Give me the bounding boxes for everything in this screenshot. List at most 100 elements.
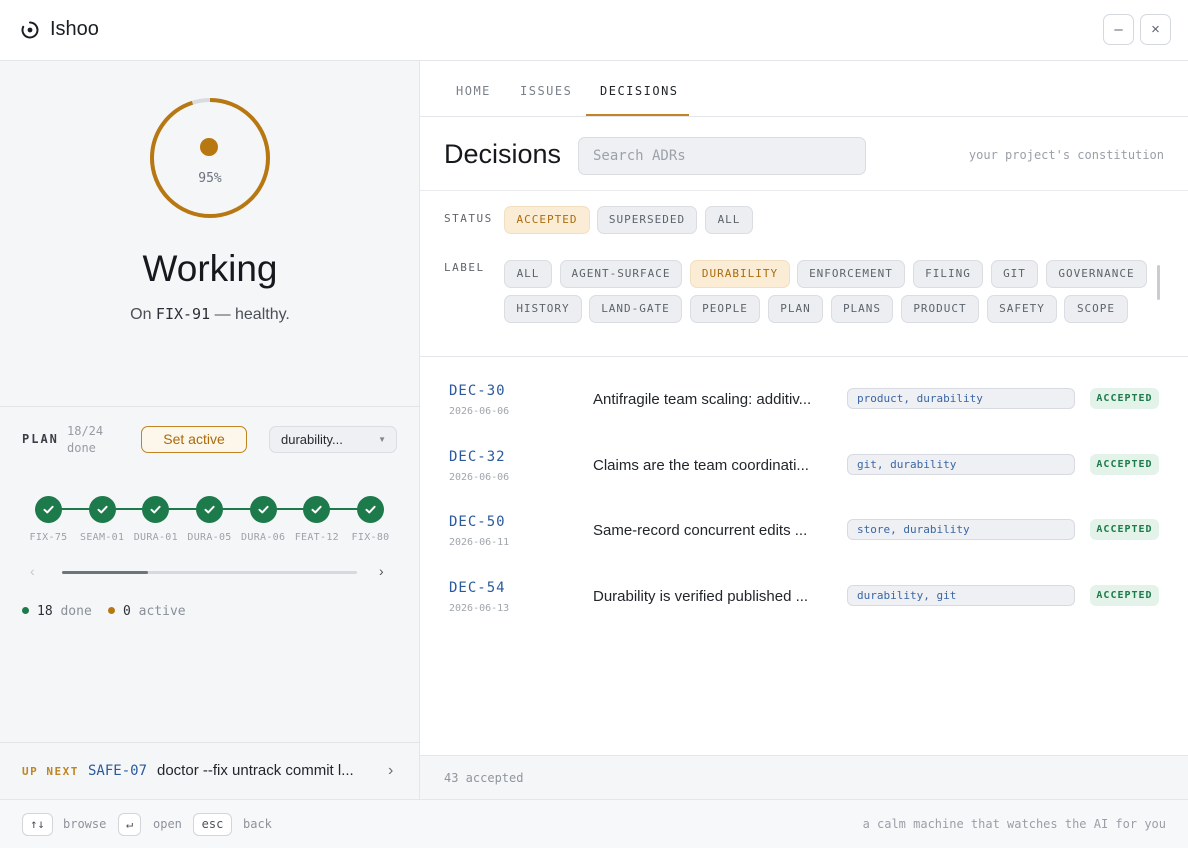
decision-row[interactable]: DEC-50 2026-06-11 Same-record concurrent… xyxy=(420,514,1188,580)
done-count: 18 xyxy=(37,604,53,619)
done-dot-icon xyxy=(22,607,29,614)
plan-step-node[interactable] xyxy=(303,496,331,523)
chevron-right-icon[interactable]: › xyxy=(388,762,393,780)
label-chip[interactable]: SCOPE xyxy=(1064,295,1128,323)
decision-row[interactable]: DEC-30 2026-06-06 Antifragile team scali… xyxy=(420,383,1188,449)
label-chip[interactable]: FILING xyxy=(913,260,983,288)
set-active-button[interactable]: Set active xyxy=(141,426,247,453)
plan-count: 18/24 done xyxy=(67,423,103,457)
divider xyxy=(0,406,420,407)
key-label: open xyxy=(153,817,182,831)
status-chip-superseded[interactable]: SUPERSEDED xyxy=(597,206,697,234)
check-icon xyxy=(97,505,108,514)
plan-step-node[interactable] xyxy=(249,496,277,523)
status-chip-all[interactable]: ALL xyxy=(705,206,753,234)
plan-step-node[interactable] xyxy=(357,496,385,523)
label-chip[interactable]: PLANS xyxy=(831,295,893,323)
label-chip[interactable]: PRODUCT xyxy=(901,295,979,323)
active-label: active xyxy=(138,604,186,619)
plan-select[interactable]: durability... ▼ xyxy=(269,426,397,453)
scroll-right-button[interactable]: › xyxy=(379,563,384,579)
label-filter-label: LABEL xyxy=(444,261,485,274)
decision-row[interactable]: DEC-32 2026-06-06 Claims are the team co… xyxy=(420,449,1188,515)
up-next-text[interactable]: doctor --fix untrack commit l... xyxy=(157,762,371,779)
label-chip[interactable]: HISTORY xyxy=(504,295,582,323)
decision-id[interactable]: DEC-54 xyxy=(449,580,506,596)
label-chip[interactable]: SAFETY xyxy=(987,295,1057,323)
plan-step-node[interactable] xyxy=(88,496,116,523)
decision-date: 2026-06-13 xyxy=(449,603,510,614)
app-tagline: a calm machine that watches the AI for y… xyxy=(862,817,1166,831)
label-chip[interactable]: LAND-GATE xyxy=(589,295,682,323)
up-next-bar[interactable]: UP NEXT SAFE-07 doctor --fix untrack com… xyxy=(0,742,420,799)
legend-active: 0 active xyxy=(108,604,186,619)
active-dot-icon xyxy=(108,607,115,614)
decision-labels: git, durability xyxy=(847,454,1075,475)
search-input[interactable]: Search ADRs xyxy=(578,137,866,175)
tab-issues[interactable]: ISSUES xyxy=(520,84,572,98)
progress-ring xyxy=(150,98,270,218)
decision-labels: store, durability xyxy=(847,519,1075,540)
label-chips-scrollbar[interactable] xyxy=(1157,265,1160,300)
plan-step-label: FEAT-12 xyxy=(294,532,339,543)
status-badge: ACCEPTED xyxy=(1090,454,1159,475)
decision-date: 2026-06-06 xyxy=(449,406,510,417)
page-tagline: your project's constitution xyxy=(968,148,1164,162)
scroll-left-button[interactable]: ‹ xyxy=(30,563,35,579)
tab-decisions[interactable]: DECISIONS xyxy=(600,84,679,98)
label-chip[interactable]: ENFORCEMENT xyxy=(797,260,905,288)
up-next-label: UP NEXT xyxy=(22,765,79,778)
page-title: Decisions xyxy=(444,139,562,169)
decisions-footer: 43 accepted xyxy=(420,755,1188,799)
divider xyxy=(420,356,1188,357)
status-filter-label: STATUS xyxy=(444,212,493,225)
label-chip[interactable]: PLAN xyxy=(768,295,823,323)
decision-row[interactable]: DEC-54 2026-06-13 Durability is verified… xyxy=(420,580,1188,646)
decision-title[interactable]: Antifragile team scaling: additiv... xyxy=(593,391,833,408)
label-chip[interactable]: DURABILITY xyxy=(690,260,790,288)
plan-label: PLAN xyxy=(22,432,59,446)
plan-select-value: durability... xyxy=(281,432,343,447)
check-icon xyxy=(43,505,54,514)
decision-title[interactable]: Durability is verified published ... xyxy=(593,588,833,605)
plan-count-value: 18/24 xyxy=(67,424,104,438)
plan-step-node[interactable] xyxy=(142,496,170,523)
app-title: Ishoo xyxy=(50,18,99,40)
decision-title[interactable]: Same-record concurrent edits ... xyxy=(593,522,833,539)
status-title: Working xyxy=(142,248,278,289)
plan-step-label: FIX-80 xyxy=(351,532,390,543)
plan-step-node[interactable] xyxy=(35,496,62,523)
decision-id[interactable]: DEC-32 xyxy=(449,449,506,465)
done-label: done xyxy=(60,604,92,619)
check-icon xyxy=(258,505,269,514)
legend-done: 18 done xyxy=(22,604,92,619)
chevron-down-icon: ▼ xyxy=(378,435,386,444)
label-chip[interactable]: AGENT-SURFACE xyxy=(560,260,682,288)
tab-bar: HOME ISSUES DECISIONS xyxy=(420,61,1188,117)
check-icon xyxy=(311,505,322,514)
plan-step-node[interactable] xyxy=(196,496,223,523)
label-chip[interactable]: ALL xyxy=(504,260,552,288)
close-button[interactable]: × xyxy=(1140,14,1171,45)
current-issue-id[interactable]: FIX-91 xyxy=(156,305,210,323)
label-chip[interactable]: GOVERNANCE xyxy=(1046,260,1147,288)
status-badge: ACCEPTED xyxy=(1090,519,1159,540)
key-label: browse xyxy=(63,817,107,831)
key-arrows: ↑↓ xyxy=(22,813,53,836)
plan-step-label: SEAM-01 xyxy=(80,532,125,543)
status-chip-accepted[interactable]: ACCEPTED xyxy=(504,206,590,234)
check-icon xyxy=(365,505,376,514)
minimize-button[interactable]: – xyxy=(1103,14,1134,45)
up-next-id[interactable]: SAFE-07 xyxy=(88,763,147,779)
active-count: 0 xyxy=(123,604,131,619)
label-chip[interactable]: PEOPLE xyxy=(690,295,760,323)
decision-id[interactable]: DEC-30 xyxy=(449,383,506,399)
accepted-count: 43 accepted xyxy=(444,771,524,785)
label-chip[interactable]: GIT xyxy=(991,260,1038,288)
tab-home[interactable]: HOME xyxy=(456,84,491,98)
decision-id[interactable]: DEC-50 xyxy=(449,514,506,530)
decision-title[interactable]: Claims are the team coordinati... xyxy=(593,457,833,474)
plan-scrollbar-thumb[interactable] xyxy=(62,571,148,574)
plan-step-label: DURA-06 xyxy=(241,532,286,543)
active-tab-indicator xyxy=(586,114,689,116)
